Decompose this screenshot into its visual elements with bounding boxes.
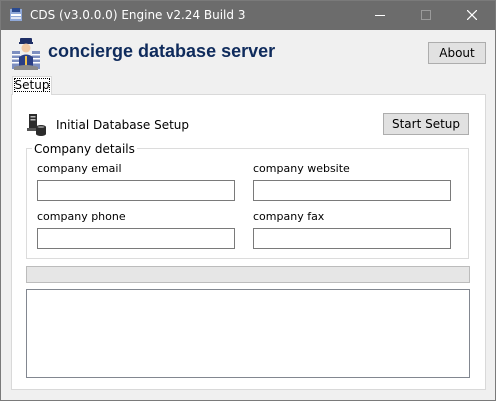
company-website-label: company website <box>253 162 350 175</box>
company-website-field[interactable] <box>253 180 451 201</box>
company-fax-field[interactable] <box>253 228 451 249</box>
about-button[interactable]: About <box>428 42 486 64</box>
maximize-button[interactable] <box>403 1 449 30</box>
maximize-icon <box>421 10 431 20</box>
close-icon <box>467 10 477 20</box>
database-setup-icon <box>27 114 46 136</box>
company-fax-label: company fax <box>253 210 325 223</box>
app-title: concierge database server <box>48 41 276 61</box>
window-title: CDS (v3.0.0.0) Engine v2.24 Build 3 <box>30 8 246 22</box>
concierge-server-icon <box>12 38 40 70</box>
minimize-icon <box>375 15 385 16</box>
tab-setup-label: Setup <box>13 78 51 92</box>
setup-log-textarea[interactable] <box>26 289 470 378</box>
start-setup-button[interactable]: Start Setup <box>383 113 469 135</box>
company-phone-field[interactable] <box>37 228 235 249</box>
company-phone-label: company phone <box>37 210 126 223</box>
initial-setup-label: Initial Database Setup <box>56 118 190 132</box>
minimize-button[interactable] <box>357 1 403 30</box>
title-bar[interactable]: CDS (v3.0.0.0) Engine v2.24 Build 3 <box>1 1 495 30</box>
tab-setup[interactable]: Setup <box>12 76 52 95</box>
company-email-field[interactable] <box>37 180 235 201</box>
company-email-label: company email <box>37 162 122 175</box>
company-details-title: Company details <box>32 142 137 156</box>
app-window: CDS (v3.0.0.0) Engine v2.24 Build 3 conc… <box>0 0 496 401</box>
close-button[interactable] <box>449 1 495 30</box>
setup-progress-bar <box>26 266 470 283</box>
app-icon <box>10 8 22 21</box>
